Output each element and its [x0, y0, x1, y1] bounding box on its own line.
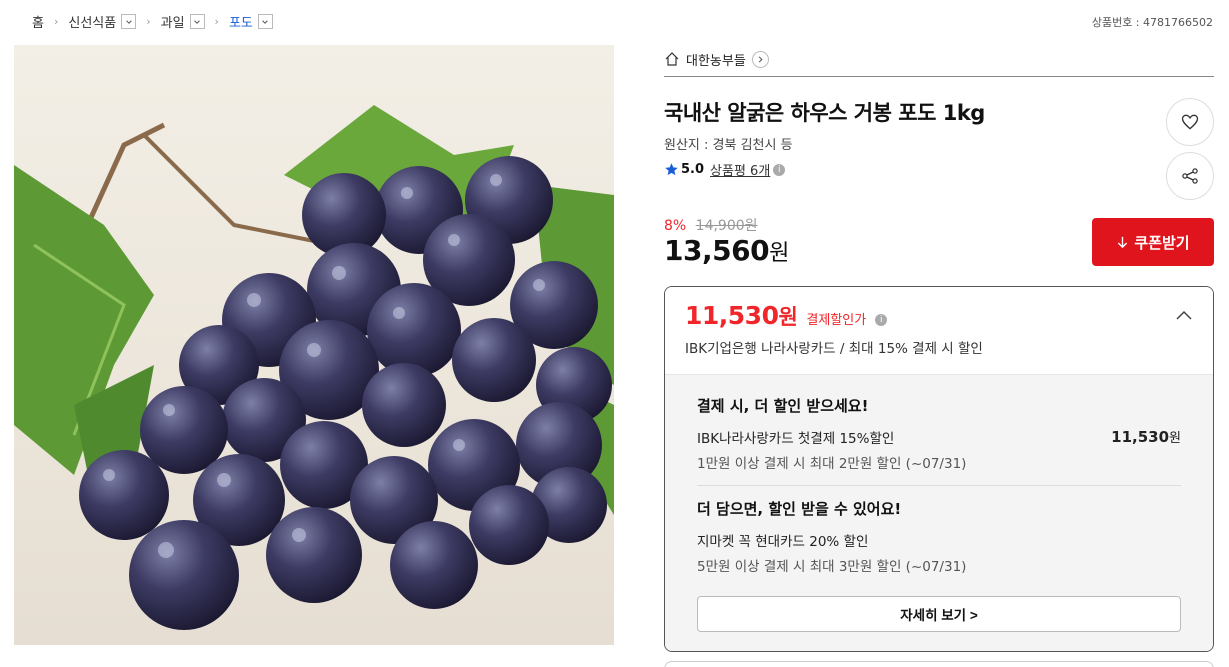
- coupon-button-label: 쿠폰받기: [1134, 234, 1190, 252]
- chevron-right-icon: ›: [214, 15, 219, 28]
- breadcrumb-fresh-food-label[interactable]: 신선식품: [68, 12, 116, 31]
- home-icon: [665, 52, 679, 66]
- product-origin: 원산지 : 경북 김천시 등: [664, 138, 793, 153]
- info-icon[interactable]: i: [875, 313, 888, 326]
- original-price: 14,900원: [695, 218, 758, 234]
- breadcrumb-grape[interactable]: 포도: [229, 12, 273, 31]
- view-details-button[interactable]: 자세히 보기 >: [697, 596, 1181, 632]
- breadcrumb-home[interactable]: 홈: [32, 12, 44, 31]
- divider: [697, 485, 1181, 486]
- discount-row: 8% 14,900원: [664, 215, 758, 235]
- sale-price-unit: 원: [769, 241, 789, 266]
- breadcrumb-home-label[interactable]: 홈: [32, 12, 44, 31]
- payment-discount-header[interactable]: 11,530원 결제할인가 i IBK기업은행 나라사랑카드 / 최대 15% …: [665, 287, 1213, 374]
- heart-icon: [1181, 114, 1199, 130]
- sale-price: 13,560원: [664, 234, 789, 267]
- payment-discount-price: 11,530원: [685, 301, 798, 330]
- offer-condition: 5만원 이상 결제 시 최대 3만원 할인 (~07/31): [697, 559, 967, 575]
- info-icon[interactable]: i: [773, 163, 786, 176]
- chevron-right-icon: ›: [146, 15, 151, 28]
- product-number: 상품번호 : 4781766502: [1091, 16, 1213, 29]
- payment-discount-panel: 11,530원 결제할인가 i IBK기업은행 나라사랑카드 / 최대 15% …: [664, 286, 1214, 652]
- next-panel-edge: [664, 661, 1214, 667]
- dropdown-chevron-icon[interactable]: [189, 14, 205, 29]
- sale-price-number: 13,560: [664, 234, 770, 267]
- grape-illustration: [14, 45, 614, 645]
- offer-amount: 11,530원: [1111, 427, 1181, 447]
- seller-link[interactable]: 대한농부들: [664, 45, 1214, 73]
- section-title-more: 더 담으면, 할인 받을 수 있어요!: [697, 500, 902, 518]
- chevron-right-icon: ›: [53, 15, 59, 28]
- coupon-button[interactable]: 쿠폰받기: [1092, 218, 1214, 266]
- dropdown-chevron-icon[interactable]: [257, 14, 273, 29]
- download-arrow-icon: [1118, 236, 1128, 248]
- offer-row: 지마켓 꼭 현대카드 20% 할인: [697, 530, 1181, 550]
- discount-rate: 8%: [664, 218, 687, 234]
- offer-row: IBK나라사랑카드 첫결제 15%할인 11,530원: [697, 427, 1181, 447]
- offer-amount-number: 11,530: [1111, 428, 1170, 446]
- offer-name: IBK나라사랑카드 첫결제 15%할인: [697, 431, 895, 447]
- review-count-link[interactable]: 상품평 6개: [710, 160, 770, 179]
- offer-condition: 1만원 이상 결제 시 최대 2만원 할인 (~07/31): [697, 456, 967, 472]
- payment-discount-label: 결제할인가: [806, 313, 867, 328]
- dropdown-chevron-icon[interactable]: [121, 14, 137, 29]
- product-rating: 5.0 상품평 6개 i: [664, 160, 786, 179]
- payment-discount-price-unit: 원: [778, 305, 798, 329]
- star-icon: [665, 163, 678, 176]
- breadcrumb-fruit[interactable]: 과일: [161, 12, 205, 31]
- chevron-right-icon[interactable]: [751, 50, 769, 68]
- payment-card-description: IBK기업은행 나라사랑카드 / 최대 15% 결제 시 할인: [685, 341, 983, 357]
- section-title-payment: 결제 시, 더 할인 받으세요!: [697, 397, 869, 415]
- share-icon: [1182, 168, 1198, 184]
- breadcrumb: 홈 › 신선식품 › 과일 › 포도: [32, 12, 273, 31]
- chevron-up-icon[interactable]: [1175, 309, 1193, 321]
- product-title: 국내산 알굵은 하우스 거봉 포도 1kg: [664, 101, 985, 125]
- seller-name[interactable]: 대한농부들: [686, 50, 746, 69]
- breadcrumb-grape-label[interactable]: 포도: [229, 12, 253, 31]
- breadcrumb-fresh-food[interactable]: 신선식품: [68, 12, 137, 31]
- offer-amount-unit: 원: [1169, 431, 1181, 446]
- payment-discount-details: 결제 시, 더 할인 받으세요! IBK나라사랑카드 첫결제 15%할인 11,…: [665, 374, 1213, 651]
- breadcrumb-fruit-label[interactable]: 과일: [161, 12, 185, 31]
- wishlist-button[interactable]: [1166, 98, 1214, 146]
- share-button[interactable]: [1166, 152, 1214, 200]
- product-info: 대한농부들 국내산 알굵은 하우스 거봉 포도 1kg 원산지 : 경북 김천시…: [664, 45, 1214, 667]
- offer-name: 지마켓 꼭 현대카드 20% 할인: [697, 534, 869, 550]
- divider: [664, 76, 1214, 77]
- product-image[interactable]: [14, 45, 614, 645]
- payment-discount-price-number: 11,530: [685, 301, 779, 330]
- rating-score: 5.0: [681, 162, 705, 177]
